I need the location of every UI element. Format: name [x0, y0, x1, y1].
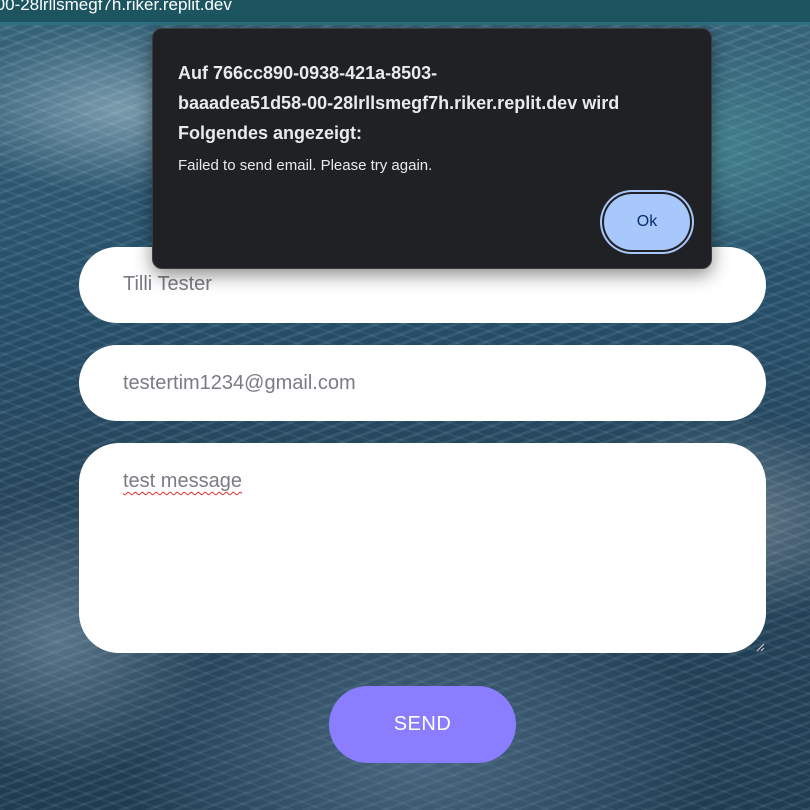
send-button[interactable]: SEND [329, 686, 516, 763]
message-textarea[interactable]: test message [79, 443, 766, 653]
dialog-message: Failed to send email. Please try again. [178, 157, 433, 174]
email-input-value: testertim1234@gmail.com [123, 372, 356, 394]
dialog-title: Auf 766cc890-0938-421a-8503- baaadea51d5… [178, 58, 678, 148]
browser-url-strip: -00-28lrllsmegf7h.riker.replit.dev [0, 0, 810, 25]
dialog-title-line: Auf 766cc890-0938-421a-8503- [178, 63, 438, 83]
dialog-title-line: baaadea51d58-00-28lrllsmegf7h.riker.repl… [178, 93, 620, 113]
message-textarea-value: test message [123, 470, 242, 492]
alert-dialog: Auf 766cc890-0938-421a-8503- baaadea51d5… [152, 28, 712, 269]
dialog-title-line: Folgendes angezeigt: [178, 123, 363, 143]
name-input-value: Tilli Tester [123, 273, 212, 295]
email-input[interactable]: testertim1234@gmail.com [79, 345, 766, 421]
url-text: -00-28lrllsmegf7h.riker.replit.dev [0, 0, 232, 14]
textarea-resize-handle-icon[interactable] [755, 642, 765, 652]
ok-button[interactable]: Ok [604, 194, 690, 250]
